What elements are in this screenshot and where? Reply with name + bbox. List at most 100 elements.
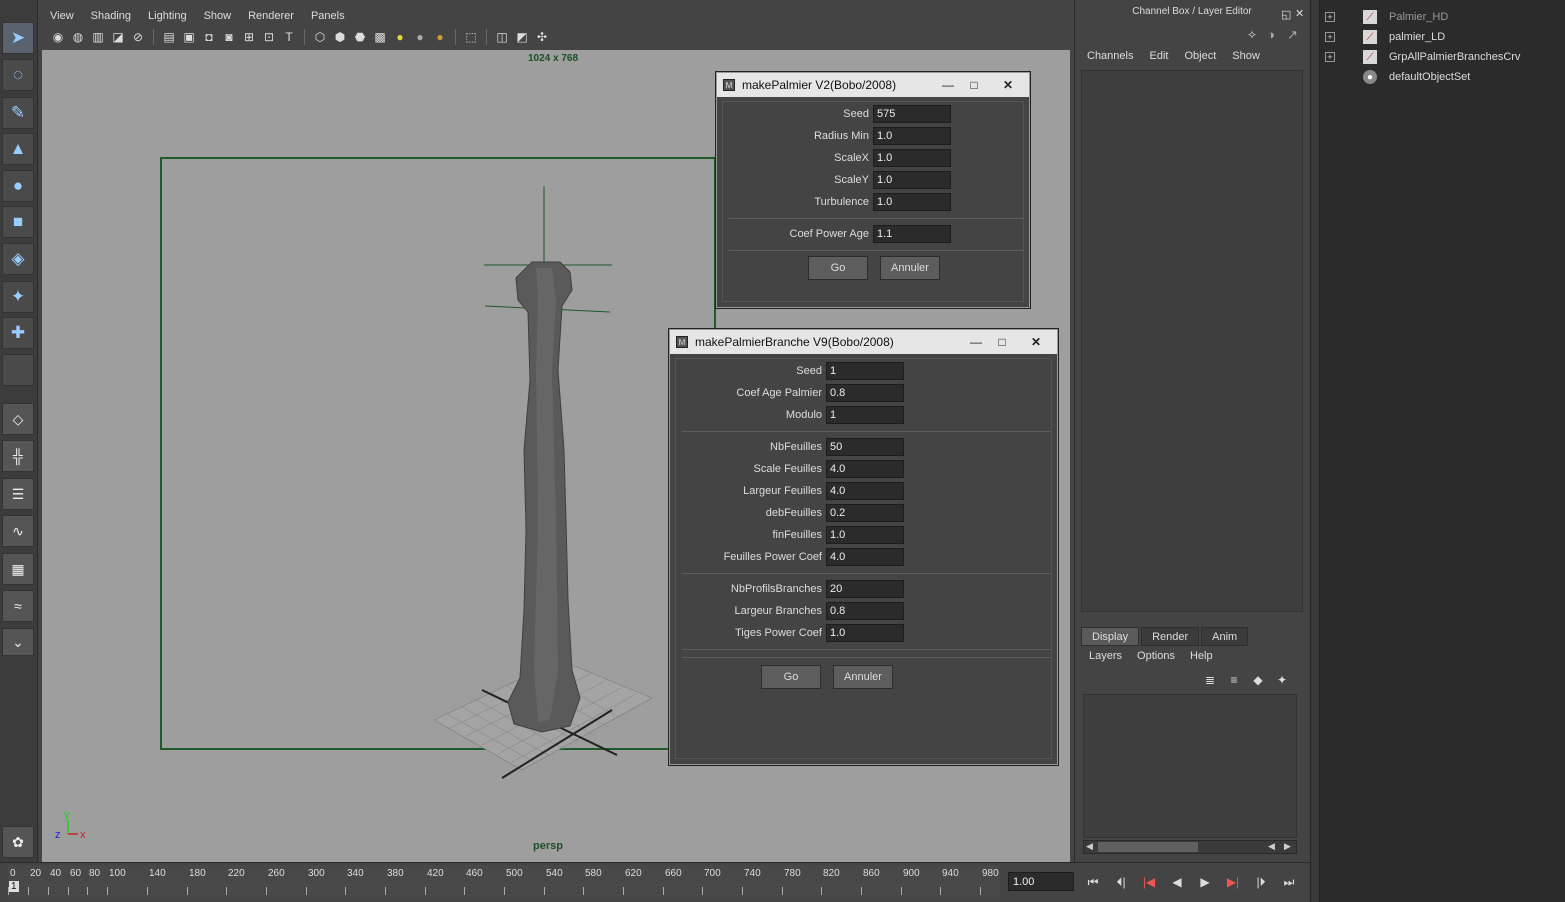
wireframe-on-shaded-icon[interactable]: ⬣ [352, 29, 368, 45]
menu-channels[interactable]: Channels [1087, 50, 1133, 62]
menu-renderer[interactable]: Renderer [248, 10, 294, 22]
panel-splitter[interactable] [1310, 0, 1320, 902]
close-icon[interactable]: ✕ [1015, 334, 1057, 350]
step-forward-key-icon[interactable]: |⏵ [1250, 873, 1272, 891]
minimize-icon[interactable]: — [935, 77, 961, 93]
new-layer-icon[interactable]: ◆ [1249, 672, 1267, 688]
tab-render[interactable]: Render [1141, 627, 1200, 646]
coef-age-palmier-input[interactable] [826, 384, 904, 402]
scalex-input[interactable] [873, 149, 951, 167]
menu-view[interactable]: View [50, 10, 74, 22]
step-forward-frame-icon[interactable]: ▶| [1222, 873, 1244, 891]
layout-menu-icon[interactable]: ⌄ [2, 628, 34, 656]
camera-attributes-icon[interactable]: ◍ [70, 29, 86, 45]
xray-icon[interactable]: ◫ [494, 29, 510, 45]
isolate-select-icon[interactable]: ⬚ [463, 29, 479, 45]
coef-power-age-input[interactable] [873, 225, 951, 243]
scroll-left-end-icon[interactable]: ◀ [1268, 841, 1275, 852]
select-icon[interactable]: ➤ [2, 22, 34, 54]
cancel-button[interactable]: Annuler [880, 256, 940, 280]
go-button[interactable]: Go [808, 256, 868, 280]
manipulator-icon[interactable]: ◈ [2, 243, 34, 275]
show-manip-icon[interactable]: ✚ [2, 317, 34, 349]
outliner-item[interactable]: ● defaultObjectSet [1320, 67, 1470, 87]
scroll-left-icon[interactable]: ◀ [1086, 841, 1093, 852]
menu-panels[interactable]: Panels [311, 10, 345, 22]
nbprofilsbranches-input[interactable] [826, 580, 904, 598]
close-icon[interactable]: ✕ [987, 77, 1029, 93]
graph-layout-icon[interactable]: ∿ [2, 515, 34, 547]
nbfeuilles-input[interactable] [826, 438, 904, 456]
expand-icon[interactable]: + [1325, 52, 1335, 62]
largeur-feuilles-input[interactable] [826, 482, 904, 500]
safe-action-icon[interactable]: ⊡ [261, 29, 277, 45]
menu-options[interactable]: Options [1137, 650, 1175, 662]
default-light-icon[interactable]: ● [392, 29, 408, 45]
texture-icon[interactable]: ▩ [372, 29, 388, 45]
menu-object[interactable]: Object [1184, 50, 1216, 62]
layer-list[interactable] [1083, 694, 1297, 838]
move-icon[interactable]: ▲ [2, 133, 34, 165]
time-ruler[interactable]: 0 20 40 60 80 100 140 180 220 260 300 340 380 420 460 5… [8, 865, 1000, 899]
outliner-item[interactable]: + ⟋ Palmier_HD [1320, 7, 1448, 27]
paint-icon[interactable]: ✎ [2, 97, 34, 129]
finfeuilles-input[interactable] [826, 526, 904, 544]
film-gate-icon[interactable]: ▣ [181, 29, 197, 45]
select-camera-icon[interactable]: ◉ [50, 29, 66, 45]
menu-help[interactable]: Help [1190, 650, 1213, 662]
menu-lighting[interactable]: Lighting [148, 10, 187, 22]
grid-icon[interactable]: ▤ [161, 29, 177, 45]
dialog-title-bar[interactable]: M makePalmier V2(Bobo/2008) — □ ✕ [717, 73, 1029, 97]
hypershade-layout-icon[interactable]: ▦ [2, 553, 34, 585]
gate-icon[interactable]: ⊘ [130, 29, 146, 45]
last-tool-slot[interactable] [2, 354, 34, 386]
lasso-icon[interactable]: ◌ [2, 59, 34, 91]
shadows-icon[interactable]: ● [432, 29, 448, 45]
go-end-icon[interactable]: ⏭ [1278, 873, 1300, 891]
attribute-editor-mode-icon[interactable]: ◑ [1267, 27, 1275, 42]
share-icon[interactable]: ✣ [534, 29, 550, 45]
xray-joints-icon[interactable]: ◩ [514, 29, 530, 45]
current-frame-marker[interactable]: 1 [9, 881, 19, 892]
tiges-power-coef-input[interactable] [826, 624, 904, 642]
feuilles-power-coef-input[interactable] [826, 548, 904, 566]
expand-icon[interactable]: + [1325, 12, 1335, 22]
all-lights-icon[interactable]: ● [412, 29, 428, 45]
tool-settings-icon[interactable]: ↗ [1287, 27, 1298, 43]
cancel-button[interactable]: Annuler [833, 665, 893, 689]
outliner-item[interactable]: + ⟋ GrpAllPalmierBranchesCrv [1320, 47, 1520, 67]
safe-title-icon[interactable]: T [281, 29, 297, 45]
scale-icon[interactable]: ■ [2, 206, 34, 238]
expand-icon[interactable]: + [1325, 32, 1335, 42]
go-button[interactable]: Go [761, 665, 821, 689]
resolution-gate-icon[interactable]: ◘ [201, 29, 217, 45]
anim-layout-icon[interactable]: ≈ [2, 590, 34, 622]
four-pane-layout-icon[interactable]: ╬ [2, 440, 34, 472]
menu-layers[interactable]: Layers [1089, 650, 1122, 662]
seed-input[interactable] [826, 362, 904, 380]
scroll-thumb[interactable] [1098, 842, 1198, 852]
scaley-input[interactable] [873, 171, 951, 189]
maximize-icon[interactable]: □ [989, 334, 1015, 350]
debfeuilles-input[interactable] [826, 504, 904, 522]
radius-min-input[interactable] [873, 127, 951, 145]
menu-show[interactable]: Show [1232, 50, 1260, 62]
go-start-icon[interactable]: ⏮ [1082, 873, 1104, 891]
maximize-icon[interactable]: □ [961, 77, 987, 93]
modulo-input[interactable] [826, 406, 904, 424]
smooth-shade-icon[interactable]: ⬢ [332, 29, 348, 45]
outliner-layout-icon[interactable]: ☰ [2, 478, 34, 510]
scale-feuilles-input[interactable] [826, 460, 904, 478]
rotate-icon[interactable]: ● [2, 170, 34, 202]
menu-show[interactable]: Show [204, 10, 232, 22]
largeur-branches-input[interactable] [826, 602, 904, 620]
menu-edit[interactable]: Edit [1149, 50, 1168, 62]
menu-shading[interactable]: Shading [91, 10, 131, 22]
turbulence-input[interactable] [873, 193, 951, 211]
soft-mod-icon[interactable]: ✦ [2, 281, 34, 313]
float-icon[interactable]: ◱ [1281, 8, 1291, 21]
channel-list[interactable] [1081, 70, 1303, 612]
tab-display[interactable]: Display [1081, 627, 1140, 646]
current-time-field[interactable] [1008, 872, 1074, 891]
new-layer-selected-icon[interactable]: ✦ [1273, 672, 1291, 688]
